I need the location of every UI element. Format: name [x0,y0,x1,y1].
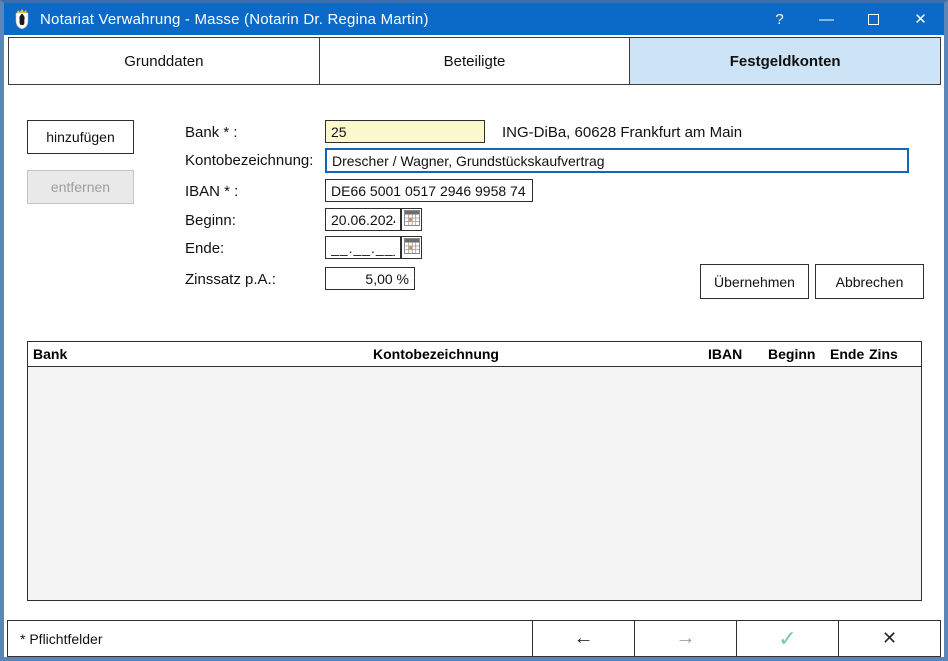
maximize-button[interactable] [850,3,897,35]
tab-festgeldkonten[interactable]: Festgeldkonten [630,38,940,84]
kontobezeichnung-label: Kontobezeichnung: [185,152,313,169]
navigate-back-button[interactable]: ← [532,621,634,656]
beginn-calendar-button[interactable] [401,208,422,231]
arrow-left-icon: ← [574,627,594,650]
cancel-button[interactable]: Abbrechen [815,264,924,299]
column-header-ende[interactable]: Ende [825,346,864,362]
checkmark-icon: ✓ [778,626,796,652]
column-header-beginn[interactable]: Beginn [763,346,825,362]
calendar-icon [404,238,420,257]
client-area: Grunddaten Beteiligte Festgeldkonten hin… [4,35,944,657]
calendar-icon [404,210,420,229]
table-header-row: Bank Kontobezeichnung IBAN Beginn Ende Z… [28,342,921,367]
title-bar: Notariat Verwahrung - Masse (Notarin Dr.… [4,3,944,35]
close-button[interactable]: ✕ [897,3,944,35]
minimize-icon: — [819,11,834,28]
beginn-date-input[interactable] [325,208,401,231]
help-icon: ? [775,11,783,28]
app-window: Notariat Verwahrung - Masse (Notarin Dr.… [0,0,948,661]
ende-date-input[interactable] [325,236,401,259]
remove-button: entfernen [27,170,134,204]
bank-label: Bank * : [185,124,238,141]
column-header-iban[interactable]: IBAN [703,346,763,362]
iban-input[interactable] [325,179,533,202]
dialog-close-button[interactable]: ✕ [838,621,940,656]
apply-button[interactable]: Übernehmen [700,264,809,299]
ende-label: Ende: [185,240,224,257]
tab-strip: Grunddaten Beteiligte Festgeldkonten [8,37,941,85]
minimize-button[interactable]: — [803,3,850,35]
tab-grunddaten[interactable]: Grunddaten [9,38,320,84]
tab-beteiligte[interactable]: Beteiligte [320,38,631,84]
column-header-kontobezeichnung[interactable]: Kontobezeichnung [368,346,703,362]
maximize-icon [868,14,879,25]
help-button[interactable]: ? [756,3,803,35]
required-fields-note: * Pflichtfelder [8,621,532,656]
zinssatz-input[interactable] [325,267,415,290]
navigate-forward-button: → [634,621,736,656]
bank-info-text: ING-DiBa, 60628 Frankfurt am Main [502,124,742,141]
x-icon: ✕ [882,628,897,649]
zinssatz-label: Zinssatz p.A.: [185,271,276,288]
confirm-button[interactable]: ✓ [736,621,838,656]
window-title: Notariat Verwahrung - Masse (Notarin Dr.… [40,11,429,28]
column-header-zins[interactable]: Zins [864,346,921,362]
status-bar: * Pflichtfelder ← → ✓ ✕ [7,620,941,657]
beginn-label: Beginn: [185,212,236,229]
ende-calendar-button[interactable] [401,236,422,259]
column-header-bank[interactable]: Bank [28,346,368,362]
kontobezeichnung-input[interactable] [325,148,909,173]
arrow-right-icon: → [676,627,696,650]
table-body-empty [28,367,921,600]
add-button[interactable]: hinzufügen [27,120,134,154]
bank-input[interactable] [325,120,485,143]
iban-label: IBAN * : [185,183,238,200]
festgeldkonten-table: Bank Kontobezeichnung IBAN Beginn Ende Z… [27,341,922,601]
berlin-coat-of-arms-icon [12,9,32,29]
close-icon: ✕ [914,10,927,28]
